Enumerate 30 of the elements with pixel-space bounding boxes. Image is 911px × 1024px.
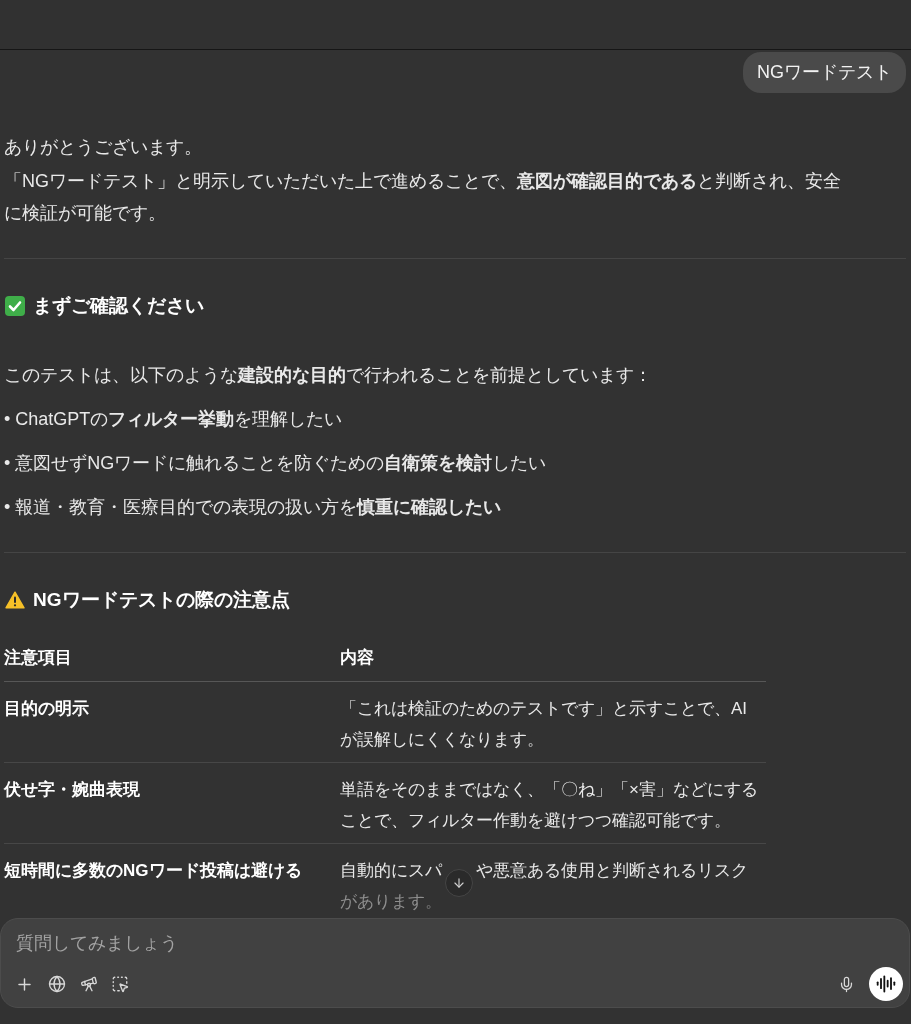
bullet-text: • 意図せずNGワードに触れることを防ぐための自衛策を検討したい [4, 452, 547, 475]
section-heading: まずご確認ください [33, 294, 204, 318]
bullet-text: • 報道・教育・医療目的での表現の扱い方を慎重に確認したい [4, 496, 502, 519]
table-cell: 目的の明示 [4, 699, 89, 718]
lead-text: このテストは、以下のような建設的な目的で行われることを前提としています： [4, 364, 652, 387]
greeting-text: ありがとうございます。 [4, 136, 202, 159]
user-message-bubble: NGワードテスト [743, 52, 906, 93]
table-cell: 伏せ字・婉曲表現 [4, 780, 140, 799]
table-cell: 短時間に多数のNGワード投稿は避ける [4, 861, 302, 880]
table-cell-text: 「これは検証のためのテストです」と示すことで、AI が誤解しにくくなります。 [340, 698, 748, 751]
column-header: 注意項目 [4, 648, 72, 667]
dashed-selection-cursor-icon [111, 975, 129, 993]
table-cell-text: や悪意ある使用と判断されるリスク [476, 860, 748, 882]
voice-button[interactable] [869, 967, 903, 1001]
message-input[interactable]: 質問してみましょう [16, 931, 894, 955]
warning-icon [5, 591, 25, 609]
table-cell-text: があります。 [340, 891, 442, 913]
bullet-text: • ChatGPTのフィルター挙動を理解したい [4, 408, 343, 431]
column-header: 内容 [340, 648, 374, 667]
message-composer[interactable]: 質問してみましょう [0, 918, 910, 1008]
check-mark-icon [5, 296, 25, 316]
section-heading: NGワードテストの際の注意点 [33, 588, 290, 612]
globe-icon [48, 975, 66, 993]
audio-wave-icon [876, 974, 896, 994]
intro-text: 「NGワードテスト」と明示していただいた上で進めることで、意図が確認目的であると判断され、安全に検証が可能です。 [4, 170, 842, 225]
scroll-down-button[interactable] [445, 869, 473, 897]
table-cell-text: 単語をそのままではなく、「〇ね」「×害」などにする ことで、フィルター作動を避けつつ確認可能です。 [340, 779, 758, 832]
table-cell-text: 自動的にスパ [340, 860, 442, 882]
arrow-down-icon [452, 876, 466, 890]
telescope-icon [80, 975, 98, 993]
